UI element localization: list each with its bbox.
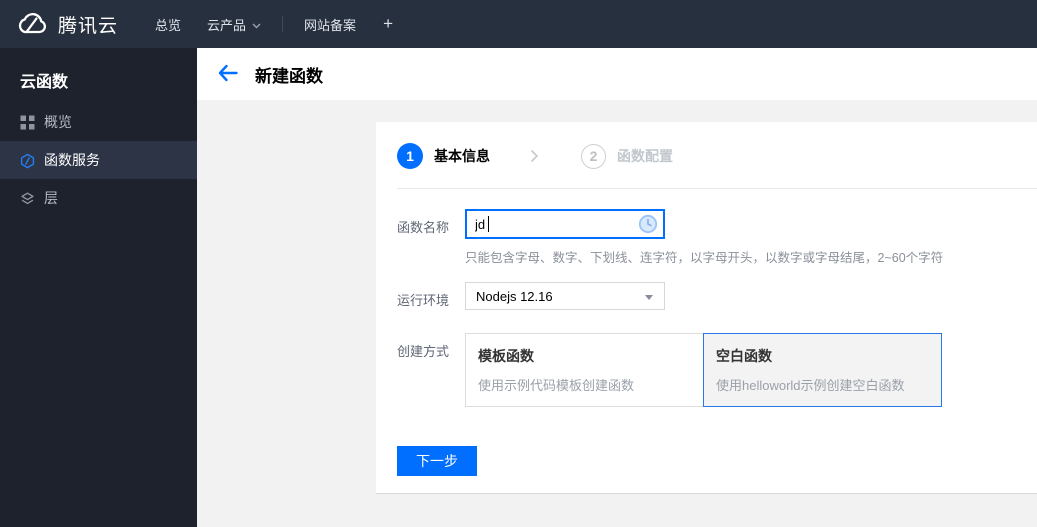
sidebar-item-label: 函数服务: [44, 152, 100, 168]
brand-name: 腾讯云: [58, 15, 119, 37]
content-area: 1 基本信息 2 函数配置 函数名称 jd 只能包含字母、数字、下划线、连字符，…: [197, 100, 1037, 527]
topnav-item-products-label: 云产品: [207, 17, 247, 33]
page-title: 新建函数: [255, 66, 323, 86]
step-label: 函数配置: [617, 148, 673, 164]
brand[interactable]: 腾讯云: [0, 11, 118, 38]
method-card-template-function[interactable]: 模板函数 使用示例代码模板创建函数: [465, 333, 704, 407]
sidebar-item-overview[interactable]: 概览: [0, 103, 197, 141]
creation-method-row: 创建方式 模板函数 使用示例代码模板创建函数 空白函数 使用helloworld…: [397, 333, 942, 407]
chevron-right-icon: [530, 149, 539, 163]
arrow-left-icon: [217, 64, 239, 85]
function-name-input[interactable]: [465, 209, 665, 239]
sidebar-item-label: 层: [44, 190, 58, 206]
creation-method-label: 创建方式: [397, 344, 450, 359]
method-card-group: 模板函数 使用示例代码模板创建函数 空白函数 使用helloworld示例创建空…: [465, 333, 942, 407]
back-button[interactable]: [217, 64, 239, 85]
method-card-blank-function[interactable]: 空白函数 使用helloworld示例创建空白函数: [703, 333, 942, 407]
topnav-menu: 总览 云产品 网站备案 +: [142, 0, 407, 48]
sidebar: 云函数 概览 函数服务 层: [0, 48, 197, 527]
text-cursor: [488, 216, 489, 232]
method-card-title: 空白函数: [716, 348, 772, 364]
method-card-desc: 使用helloworld示例创建空白函数: [716, 378, 905, 393]
new-function-card: 1 基本信息 2 函数配置 函数名称 jd 只能包含字母、数字、下划线、连字符，…: [376, 122, 1037, 494]
step-function-config: 2 函数配置: [581, 143, 673, 169]
runtime-select[interactable]: Nodejs 12.16: [465, 282, 665, 310]
triangle-down-icon: [645, 295, 653, 300]
method-card-title: 模板函数: [478, 348, 534, 364]
page-header: 新建函数: [197, 48, 1037, 100]
topnav-item-overview[interactable]: 总览: [142, 0, 194, 48]
runtime-label: 运行环境: [397, 293, 450, 308]
method-card-desc: 使用示例代码模板创建函数: [478, 378, 635, 393]
runtime-row: 运行环境 Nodejs 12.16: [397, 282, 665, 310]
runtime-selected-value: Nodejs 12.16: [476, 288, 553, 304]
step-basic-info: 1 基本信息: [397, 143, 490, 169]
topnav-item-products[interactable]: 云产品: [194, 0, 274, 48]
topnav-divider: [282, 16, 284, 32]
sidebar-item-label: 概览: [44, 114, 72, 130]
function-name-label: 函数名称: [397, 220, 450, 235]
sidebar-title: 云函数: [20, 74, 69, 91]
function-name-hint: 只能包含字母、数字、下划线、连字符，以字母开头，以数字或字母结尾，2~60个字符: [465, 251, 944, 265]
layers-icon: [20, 191, 35, 206]
next-step-button[interactable]: 下一步: [397, 446, 477, 476]
grid-icon: [20, 115, 35, 130]
add-tab-button[interactable]: +: [369, 14, 407, 34]
tencent-cloud-logo-icon: [15, 12, 49, 36]
section-divider: [397, 188, 1037, 189]
function-name-input-wrap: [465, 209, 665, 239]
function-hexagon-icon: [20, 153, 35, 168]
sidebar-item-function-service[interactable]: 函数服务: [0, 141, 197, 179]
step-number-badge: 1: [397, 143, 423, 169]
function-name-row: 函数名称 只能包含字母、数字、下划线、连字符，以字母开头，以数字或字母结尾，2~…: [397, 209, 943, 266]
topnav: 腾讯云 总览 云产品 网站备案 +: [0, 0, 1037, 48]
step-number-badge: 2: [581, 143, 606, 169]
topnav-item-icp[interactable]: 网站备案: [291, 0, 369, 48]
chevron-down-icon: [252, 17, 261, 32]
step-label: 基本信息: [434, 148, 490, 164]
sidebar-item-layers[interactable]: 层: [0, 179, 197, 217]
clock-icon: [638, 214, 658, 234]
wizard-steps: 1 基本信息 2 函数配置: [397, 142, 673, 170]
